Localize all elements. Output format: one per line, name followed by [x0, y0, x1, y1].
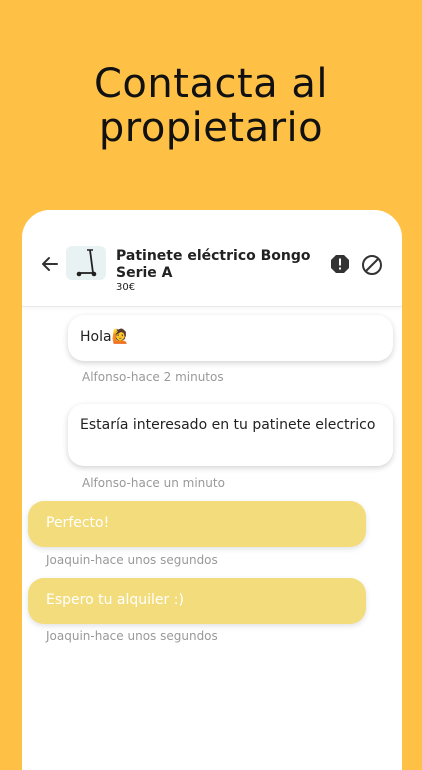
promo-headline: Contacta al propietario: [0, 62, 422, 150]
message-text: Hola🙋: [80, 329, 129, 345]
scooter-icon: [76, 249, 97, 277]
message-bubble-outgoing[interactable]: Perfecto!: [28, 501, 366, 547]
message-meta: Joaquin-hace unos segundos: [46, 629, 218, 643]
chat-screen: Patinete eléctrico Bongo Serie A 30€ Hol…: [22, 210, 402, 770]
message-text: Estaría interesado en tu patinete electr…: [80, 417, 376, 433]
message-bubble-outgoing[interactable]: Espero tu alquiler :): [28, 578, 366, 624]
message-meta: Joaquin-hace unos segundos: [46, 553, 218, 567]
message-meta: Alfonso-hace 2 minutos: [82, 370, 224, 384]
message-bubble-incoming[interactable]: Hola🙋: [68, 315, 393, 361]
promo-headline-line2: propietario: [98, 105, 324, 151]
product-price: 30€: [116, 282, 136, 293]
product-thumbnail: [66, 246, 106, 280]
chat-header: Patinete eléctrico Bongo Serie A 30€: [22, 210, 402, 307]
arrow-left-icon[interactable]: [40, 254, 60, 274]
promo-headline-line1: Contacta al: [94, 61, 328, 107]
block-icon[interactable]: [361, 254, 383, 276]
product-title[interactable]: Patinete eléctrico Bongo Serie A: [116, 248, 316, 282]
alert-octagon-icon[interactable]: [330, 254, 350, 274]
message-text: Perfecto!: [46, 515, 110, 531]
message-meta: Alfonso-hace un minuto: [82, 476, 225, 490]
message-bubble-incoming[interactable]: Estaría interesado en tu patinete electr…: [68, 404, 393, 466]
message-text: Espero tu alquiler :): [46, 592, 184, 608]
